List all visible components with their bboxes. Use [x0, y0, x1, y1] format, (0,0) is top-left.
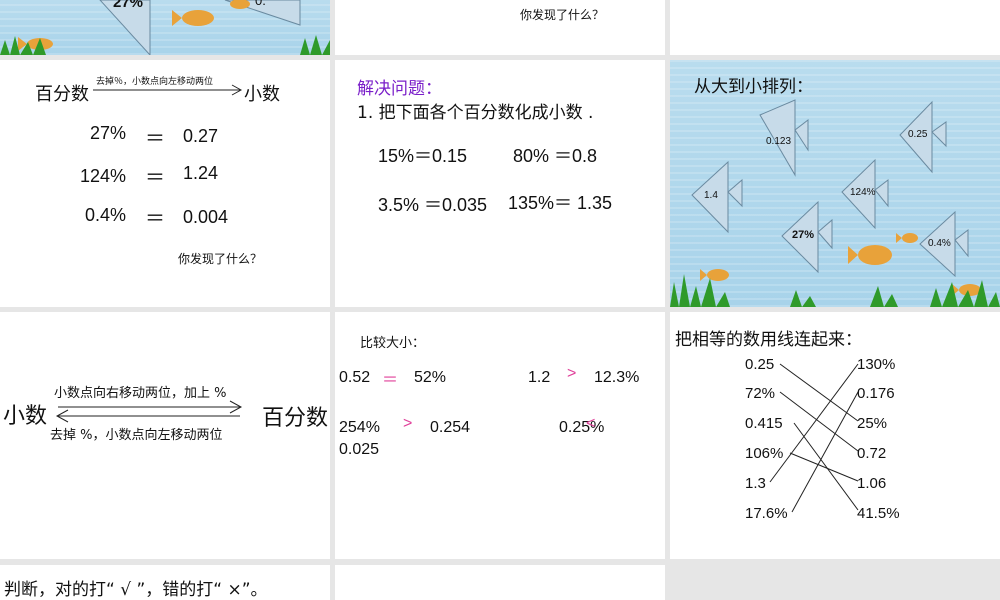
- match-left-item: 0.415: [745, 415, 783, 432]
- compare-value: 12.3%: [594, 369, 640, 386]
- example-left: 124%: [80, 166, 127, 186]
- panel-bottom-middle: [335, 565, 665, 600]
- panel-match: 把相等的数用线连起来： 0.25 72% 0.415 106% 1.3 17.6…: [670, 312, 1000, 559]
- panel-top-middle: 你发现了什么？: [335, 0, 665, 55]
- fish-label: 0.25: [908, 129, 928, 140]
- panel-solve-problem: 解决问题： 1. 把下面各个百分数化成小数 . 15%＝0.15 80% ＝0.…: [335, 60, 665, 307]
- equals-sign: ＝: [145, 128, 165, 150]
- match-right-item: 41.5%: [857, 505, 900, 522]
- fish-label: 0.123: [766, 136, 792, 147]
- panel-order-fish: 从大到小排列： 0.123 0.25 1.4 124% 27% 0.4%: [670, 60, 1000, 307]
- example-right: 1.24: [183, 163, 219, 183]
- matching-lines: [769, 363, 859, 513]
- fish-scene-illustration: [0, 0, 330, 55]
- compare-value: 254%: [339, 419, 380, 436]
- match-left-item: 17.6%: [745, 505, 788, 522]
- fish-label: 124%: [850, 187, 876, 198]
- order-title: 从大到小排列：: [694, 77, 813, 97]
- match-right-item: 1.06: [857, 475, 887, 492]
- fish-label: 27%: [113, 0, 144, 11]
- match-left-item: 0.25: [745, 356, 775, 373]
- panel-percent-to-decimal: 百分数 去掉％，小数点向左移动两位 小数 27% ＝ 0.27 124% ＝ 1…: [0, 60, 330, 307]
- bottom-caption: 去掉 %，小数点向左移动两位: [50, 428, 223, 443]
- panel-compare: 比较大小： 0.52 ＝ 52% 1.2 > 12.3% 254% > 0.25…: [335, 312, 665, 559]
- equals-sign: ＝: [145, 208, 165, 230]
- match-left-item: 1.3: [745, 475, 766, 492]
- compare-operator: >: [403, 415, 413, 432]
- compare-operator: >: [567, 365, 577, 382]
- percent-word: 百分数: [262, 405, 329, 430]
- compare-title: 比较大小：: [360, 336, 426, 351]
- compare-value: 0.025: [339, 441, 380, 458]
- compare-value: 52%: [414, 369, 447, 386]
- match-left-item: 106%: [745, 445, 784, 462]
- compare-value: 0.52: [339, 369, 371, 386]
- match-right-item: 25%: [857, 415, 888, 432]
- fish-label: 1.4: [704, 190, 718, 201]
- solve-item: 80% ＝0.8: [513, 146, 598, 166]
- example-right: 0.004: [183, 207, 229, 227]
- fish-label: 27%: [792, 229, 815, 241]
- solve-item: 15%＝0.15: [378, 146, 468, 166]
- fish-label: 0.: [255, 0, 266, 8]
- example-left: 27%: [90, 123, 127, 143]
- judge-title: 判断，对的打“ √ ”，错的打“ ×”。: [4, 580, 268, 600]
- panel-judge: 判断，对的打“ √ ”，错的打“ ×”。: [0, 565, 330, 600]
- compare-operator: <: [586, 415, 596, 432]
- compare-value: 0.254: [430, 419, 471, 436]
- panel-top-right: [670, 0, 1000, 55]
- compare-operator: ＝: [382, 372, 399, 389]
- match-right-item: 0.176: [857, 385, 895, 402]
- compare-value: 1.2: [528, 369, 551, 386]
- fish-label: 0.4%: [928, 238, 951, 249]
- compare-value: 0.25%: [559, 419, 605, 436]
- solve-item: 3.5% ＝0.035: [378, 195, 488, 215]
- panel-fish-top-left: 27% 0.: [0, 0, 330, 55]
- match-right-item: 0.72: [857, 445, 887, 462]
- match-left-item: 72%: [745, 385, 776, 402]
- example-left: 0.4%: [85, 205, 127, 225]
- right-arrow-icon: [93, 84, 243, 96]
- solve-title: 解决问题：: [357, 79, 442, 99]
- equals-sign: ＝: [145, 167, 165, 189]
- fish-scene-illustration: [670, 99, 1000, 307]
- solve-item: 135%＝ 1.35: [508, 193, 613, 213]
- decimal-word: 小数: [244, 84, 280, 105]
- match-right-item: 130%: [857, 356, 896, 373]
- example-right: 0.27: [183, 126, 219, 146]
- solve-task: 1. 把下面各个百分数化成小数 .: [357, 103, 594, 123]
- panel-conversion-rule: 小数 小数点向右移动两位，加上 % 百分数 去掉 %，小数点向左移动两位: [0, 312, 330, 559]
- question-text: 你发现了什么？: [520, 8, 605, 22]
- question-text: 你发现了什么？: [178, 252, 263, 266]
